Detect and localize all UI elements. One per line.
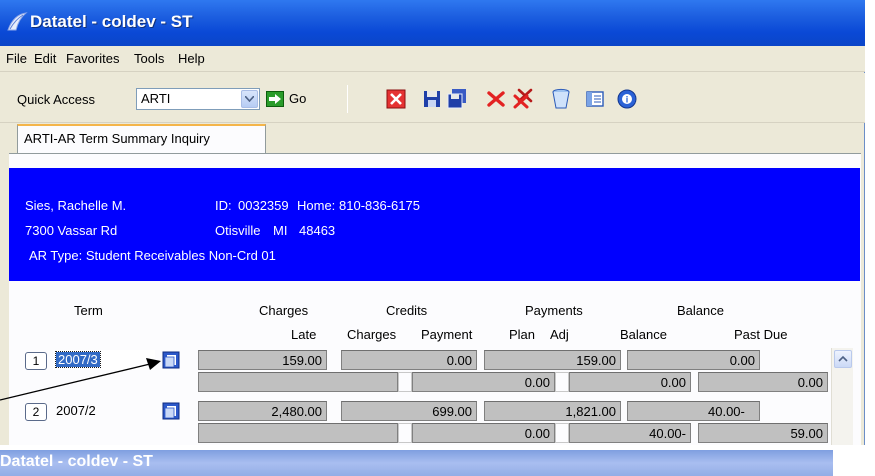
row-number-2[interactable]: 2 xyxy=(25,403,47,421)
subheader-late: Late xyxy=(291,327,317,342)
home-label: Home: xyxy=(297,198,336,213)
row1-credits: 0.00 xyxy=(341,350,477,370)
row2-charges-sub xyxy=(398,423,412,443)
cancel-icon[interactable] xyxy=(384,87,408,111)
row2-late xyxy=(198,423,398,443)
row1-late xyxy=(198,372,398,392)
row2-adj: 40.00- xyxy=(569,423,691,443)
term-field-1[interactable]: 2007/3 xyxy=(53,350,155,370)
toolbar: Quick Access ARTI Go i xyxy=(0,73,865,123)
delete-icon[interactable] xyxy=(484,87,508,111)
state: MI xyxy=(273,223,288,238)
subheader-payment: Payment xyxy=(421,327,473,342)
quick-access-select[interactable]: ARTI xyxy=(136,88,260,110)
subheader-balance: Balance xyxy=(620,327,667,342)
menu-help[interactable]: Help xyxy=(178,51,205,66)
go-button[interactable]: Go xyxy=(266,89,318,110)
taskbar-window-button[interactable]: Datatel - coldev - ST xyxy=(0,450,833,476)
row1-adj: 0.00 xyxy=(569,372,691,392)
row1-payments: 159.00 xyxy=(484,350,621,370)
ar-type: AR Type: Student Receivables Non-Crd 01 xyxy=(29,248,276,263)
row-number-1[interactable]: 1 xyxy=(25,352,47,370)
go-label: Go xyxy=(289,91,307,106)
row2-past-due: 59.00 xyxy=(698,423,828,443)
menu-tools[interactable]: Tools xyxy=(134,51,164,66)
subheader-adj: Adj xyxy=(550,327,569,342)
dropdown-arrow-icon[interactable] xyxy=(241,90,258,108)
row1-past-due: 0.00 xyxy=(698,372,828,392)
header-term: Term xyxy=(74,303,103,318)
delete-all-icon[interactable] xyxy=(511,87,535,111)
header-charges: Charges xyxy=(259,303,309,318)
quick-access-label: Quick Access xyxy=(17,92,96,107)
row2-credits: 699.00 xyxy=(341,401,477,421)
row2-payment: 0.00 xyxy=(412,423,555,443)
quick-access-value: ARTI xyxy=(141,91,171,106)
datatel-logo-icon xyxy=(7,12,28,31)
subheader-plan: Plan xyxy=(509,327,536,342)
person-id: 0032359 xyxy=(238,198,289,213)
row2-plan xyxy=(555,423,569,443)
term-field-2[interactable]: 2007/2 xyxy=(53,401,155,421)
city: Otisville xyxy=(215,223,261,238)
header-balance: Balance xyxy=(677,303,724,318)
row2-payments: 1,821.00 xyxy=(484,401,621,421)
address: 7300 Vassar Rd xyxy=(25,223,118,238)
term-value-1: 2007/3 xyxy=(55,351,101,368)
title-bar[interactable]: Datatel - coldev - ST xyxy=(0,0,865,46)
term-value-2: 2007/2 xyxy=(56,403,96,418)
toolbar-separator xyxy=(347,85,348,113)
home-phone: 810-836-6175 xyxy=(339,198,420,213)
menu-bar: File Edit Favorites Tools Help xyxy=(0,46,865,72)
list-icon[interactable] xyxy=(583,87,607,111)
chevron-up-icon xyxy=(838,355,848,362)
tab-label: ARTI-AR Term Summary Inquiry xyxy=(24,131,210,146)
menu-file[interactable]: File xyxy=(6,51,27,66)
help-icon[interactable]: i xyxy=(615,87,639,111)
person-name: Sies, Rachelle M. xyxy=(25,198,127,213)
detail-icon[interactable] xyxy=(162,351,180,369)
go-arrow-icon xyxy=(266,91,284,107)
subheader-past-due: Past Due xyxy=(734,327,788,342)
tab-term-summary[interactable]: ARTI-AR Term Summary Inquiry xyxy=(17,124,266,154)
window-title: Datatel - coldev - ST xyxy=(30,12,193,31)
subheader-charges: Charges xyxy=(347,327,397,342)
scroll-up-button[interactable] xyxy=(834,350,852,368)
detail-icon[interactable] xyxy=(162,402,180,420)
save-all-icon[interactable] xyxy=(445,87,469,111)
save-icon[interactable] xyxy=(420,87,444,111)
row2-balance: 40.00- xyxy=(627,401,760,421)
row1-payment: 0.00 xyxy=(412,372,555,392)
row1-charges: 159.00 xyxy=(198,350,327,370)
row1-plan xyxy=(555,372,569,392)
row1-charges-sub xyxy=(398,372,412,392)
trash-icon[interactable] xyxy=(549,87,573,111)
menu-favorites[interactable]: Favorites xyxy=(66,51,119,66)
row2-charges: 2,480.00 xyxy=(198,401,327,421)
taskbar-title: Datatel - coldev - ST xyxy=(0,453,153,470)
header-payments: Payments xyxy=(525,303,583,318)
person-info-panel: Sies, Rachelle M. ID: 0032359 Home: 810-… xyxy=(9,168,860,281)
svg-text:i: i xyxy=(626,95,629,105)
row1-balance: 0.00 xyxy=(627,350,760,370)
application-window: Datatel - coldev - ST File Edit Favorite… xyxy=(0,0,865,445)
menu-edit[interactable]: Edit xyxy=(34,51,56,66)
vertical-scrollbar[interactable] xyxy=(831,348,853,445)
zip: 48463 xyxy=(299,223,336,238)
header-credits: Credits xyxy=(386,303,428,318)
id-label: ID: xyxy=(215,198,232,213)
